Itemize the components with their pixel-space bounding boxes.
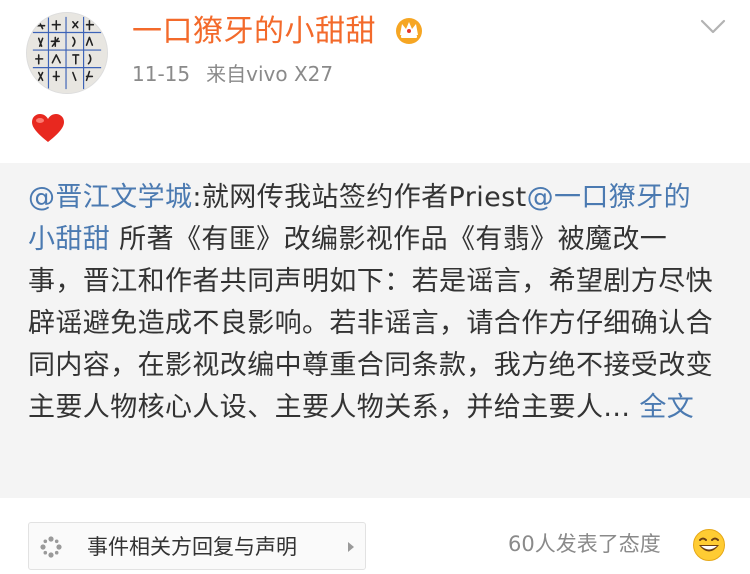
post-source: 来自vivo X27 [206,62,334,86]
avatar[interactable] [26,12,108,94]
repost-card[interactable]: @晋江文学城:就网传我站签约作者Priest@一口獠牙的小甜甜 所著《有匪》改编… [0,163,750,498]
repost-body: @晋江文学城:就网传我站签约作者Priest@一口獠牙的小甜甜 所著《有匪》改编… [28,177,718,429]
post-meta: 11-15 来自vivo X27 [132,60,333,88]
sparkle-icon [40,536,62,558]
chevron-down-icon[interactable] [700,18,726,36]
post-date: 11-15 [132,62,191,86]
repost-text-part2: 所著《有匪》改编影视作品《有翡》被魔改一事，晋江和作者共同声明如下：若是谣言，希… [28,224,713,423]
repost-text-part1: :就网传我站签约作者Priest [192,182,527,213]
reactions-count[interactable]: 60人发表了态度 [508,530,661,558]
mention-jjwxc[interactable]: @晋江文学城 [28,182,192,213]
related-statement-chip[interactable]: 事件相关方回复与声明 [28,522,366,570]
vip-crown-icon [396,18,422,44]
full-text-link[interactable]: 全文 [639,392,694,423]
chevron-right-icon [348,542,354,552]
username[interactable]: 一口獠牙的小甜甜 [132,12,376,52]
grin-emoji-icon[interactable] [692,528,726,562]
heart-icon [32,114,64,142]
chip-label: 事件相关方回复与声明 [87,535,297,559]
